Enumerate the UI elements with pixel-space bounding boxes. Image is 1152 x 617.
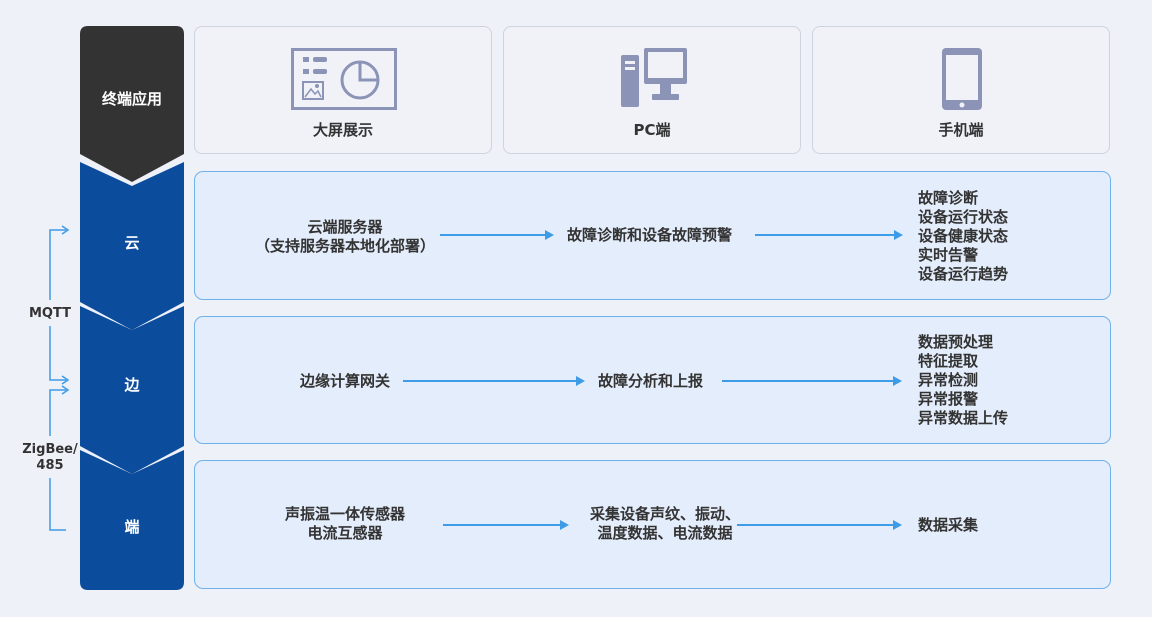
edge-process: 故障分析和上报 <box>598 372 704 390</box>
dashboard-icon <box>291 48 397 110</box>
layer-edge-label: 边 <box>124 376 140 394</box>
app-label: PC端 <box>633 121 671 139</box>
layer-cloud-label: 云 <box>124 234 140 252</box>
layer-terminal: 终端应用 <box>80 26 184 182</box>
mobile-phone-icon <box>942 48 982 110</box>
cloud-output-4: 实时告警 <box>918 246 979 264</box>
layer-device-label: 端 <box>124 518 140 536</box>
device-output: 数据采集 <box>918 516 979 534</box>
device-process-line1: 采集设备声纹、振动、 <box>589 505 740 523</box>
cloud-output-1: 故障诊断 <box>918 189 979 207</box>
edge-output-2: 特征提取 <box>918 352 979 370</box>
zigbee-label-line1: ZigBee/ <box>22 442 78 457</box>
edge-output-1: 数据预处理 <box>918 333 994 351</box>
cloud-row-panel: 云端服务器 （支持服务器本地化部署） 故障诊断和设备故障预警 故障诊断 设备运行… <box>194 171 1111 300</box>
layer-terminal-label: 终端应用 <box>101 90 162 108</box>
cloud-output-2: 设备运行状态 <box>918 208 1009 226</box>
app-card-pc: PC端 <box>503 26 801 154</box>
app-label: 大屏展示 <box>312 121 373 139</box>
layer-edge: 边 <box>80 306 184 474</box>
device-row-panel: 声振温一体传感器 电流互感器 采集设备声纹、振动、 温度数据、电流数据 数据采集 <box>194 460 1111 589</box>
app-card-big-screen: 大屏展示 <box>194 26 492 154</box>
flow-arrow <box>722 376 902 386</box>
device-process-line2: 温度数据、电流数据 <box>597 524 733 542</box>
edge-output-3: 异常检测 <box>918 371 979 389</box>
desktop-computer-icon <box>621 48 687 107</box>
app-card-mobile: 手机端 <box>812 26 1110 154</box>
layer-device: 端 <box>80 450 184 590</box>
edge-output-5: 异常数据上传 <box>918 409 1009 427</box>
edge-row-panel: 边缘计算网关 故障分析和上报 数据预处理 特征提取 异常检测 异常报警 异常数据… <box>194 316 1111 444</box>
flow-arrow <box>440 230 554 240</box>
mqtt-label: MQTT <box>28 306 72 321</box>
layer-cloud: 云 <box>80 162 184 330</box>
zigbee-label-line2: 485 <box>36 458 64 473</box>
flow-arrow <box>443 520 569 530</box>
app-label: 手机端 <box>938 121 984 139</box>
cloud-process: 故障诊断和设备故障预警 <box>567 226 733 244</box>
flow-arrow <box>737 520 902 530</box>
edge-output-4: 异常报警 <box>918 390 979 408</box>
cloud-output-3: 设备健康状态 <box>918 227 1009 245</box>
flow-arrow <box>403 376 585 386</box>
flow-arrow <box>755 230 903 240</box>
cloud-output-5: 设备运行趋势 <box>918 265 1009 283</box>
